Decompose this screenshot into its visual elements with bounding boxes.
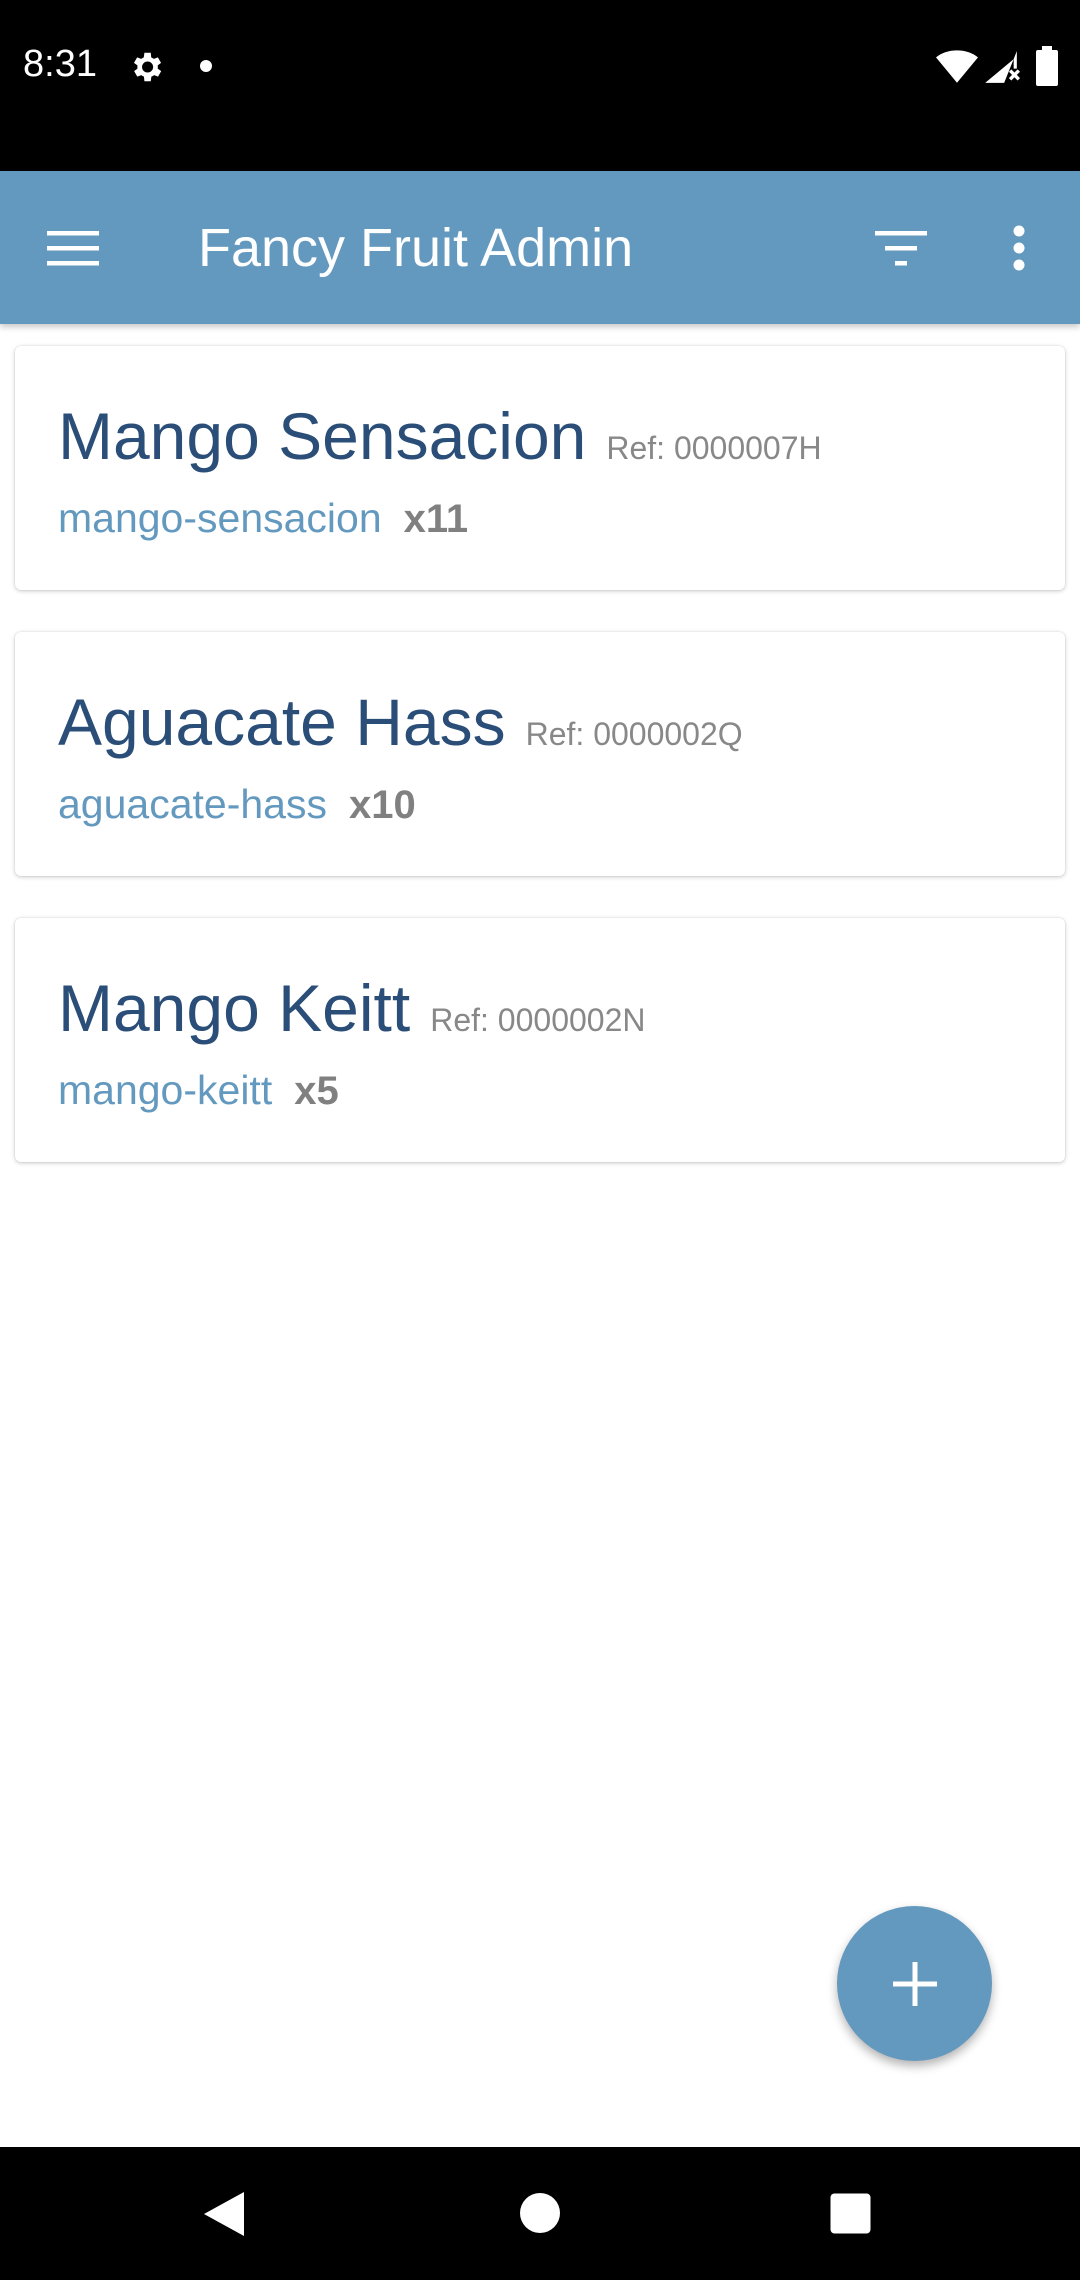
card-title-row: Aguacate Hass Ref: 0000002Q — [58, 684, 743, 760]
card-sub-row: aguacate-hass x10 — [58, 780, 416, 829]
more-options-button[interactable] — [986, 215, 1052, 281]
product-ref: Ref: 0000007H — [606, 430, 822, 466]
navigation-bar — [0, 2147, 1080, 2280]
product-quantity: x10 — [348, 783, 416, 827]
plus-icon — [892, 1961, 937, 2006]
gear-icon — [133, 52, 162, 82]
product-name: Mango Sensacion — [58, 399, 587, 473]
product-card[interactable]: Mango Sensacion Ref: 0000007H mango-sensa… — [15, 346, 1065, 590]
card-sub-row: mango-keitt x5 — [58, 1066, 339, 1115]
recents-icon[interactable] — [829, 2192, 872, 2235]
menu-icon — [47, 231, 99, 266]
filter-button[interactable] — [868, 215, 934, 281]
card-sub-row: mango-sensacion x11 — [58, 494, 468, 543]
product-quantity: x11 — [403, 497, 469, 541]
battery-icon — [1036, 46, 1058, 86]
status-bar: 8:31 — [0, 0, 1080, 171]
app-bar: Fancy Fruit Admin — [0, 171, 1080, 324]
card-title-row: Mango Sensacion Ref: 0000007H — [58, 398, 822, 474]
menu-button[interactable] — [40, 215, 106, 281]
product-card[interactable]: Aguacate Hass Ref: 0000002Q aguacate-hass… — [15, 632, 1065, 876]
notification-dot-icon — [200, 60, 212, 72]
product-slug: aguacate-hass — [58, 781, 327, 827]
home-icon[interactable] — [518, 2191, 562, 2235]
add-product-button[interactable] — [837, 1906, 992, 2061]
more-vert-icon — [1013, 225, 1025, 271]
wifi-icon — [936, 50, 978, 83]
app-title: Fancy Fruit Admin — [198, 218, 634, 278]
product-slug: mango-sensacion — [58, 495, 382, 541]
card-title-row: Mango Keitt Ref: 0000002N — [58, 970, 645, 1046]
product-quantity: x5 — [294, 1069, 339, 1113]
signal-icon — [985, 51, 1020, 83]
filter-icon — [875, 231, 927, 266]
product-name: Aguacate Hass — [58, 685, 506, 759]
product-ref: Ref: 0000002Q — [525, 716, 743, 752]
back-icon[interactable] — [200, 2189, 248, 2239]
product-ref: Ref: 0000002N — [430, 1002, 646, 1038]
status-time: 8:31 — [23, 43, 97, 85]
product-card[interactable]: Mango Keitt Ref: 0000002N mango-keitt x5 — [15, 918, 1065, 1162]
product-name: Mango Keitt — [58, 971, 411, 1045]
product-slug: mango-keitt — [58, 1067, 273, 1113]
